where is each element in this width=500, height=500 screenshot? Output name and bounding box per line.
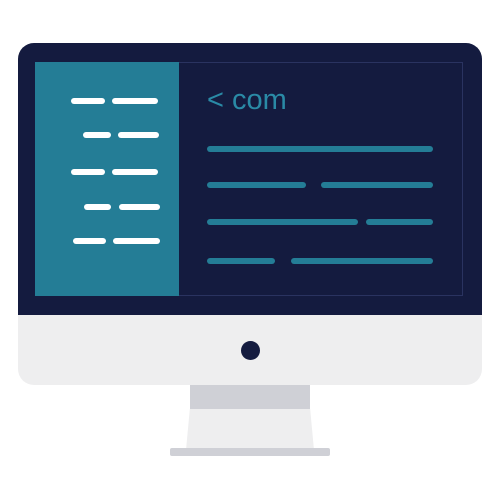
sidebar-line-4a bbox=[84, 204, 111, 210]
code-line-2a bbox=[207, 182, 306, 188]
sidebar-line-1b bbox=[112, 98, 158, 104]
code-line-3b bbox=[366, 219, 433, 225]
code-line-4a bbox=[207, 258, 275, 264]
sidebar-line-3a bbox=[71, 169, 105, 175]
sidebar-line-1a bbox=[71, 98, 105, 104]
sidebar-line-5a bbox=[73, 238, 106, 244]
sidebar-line-2a bbox=[83, 132, 111, 138]
sidebar-line-5b bbox=[113, 238, 160, 244]
code-line-4b bbox=[291, 258, 433, 264]
code-line-3a bbox=[207, 219, 358, 225]
code-line-1 bbox=[207, 146, 433, 152]
monitor-stand bbox=[186, 409, 314, 450]
code-prompt: < com bbox=[207, 84, 287, 116]
power-button-icon bbox=[241, 341, 260, 360]
sidebar-line-3b bbox=[112, 169, 158, 175]
sidebar-line-2b bbox=[118, 132, 159, 138]
stand-neck-shadow bbox=[190, 385, 310, 409]
sidebar-line-4b bbox=[119, 204, 160, 210]
code-line-2b bbox=[321, 182, 433, 188]
file-sidebar bbox=[35, 62, 179, 296]
stand-base bbox=[170, 448, 330, 456]
